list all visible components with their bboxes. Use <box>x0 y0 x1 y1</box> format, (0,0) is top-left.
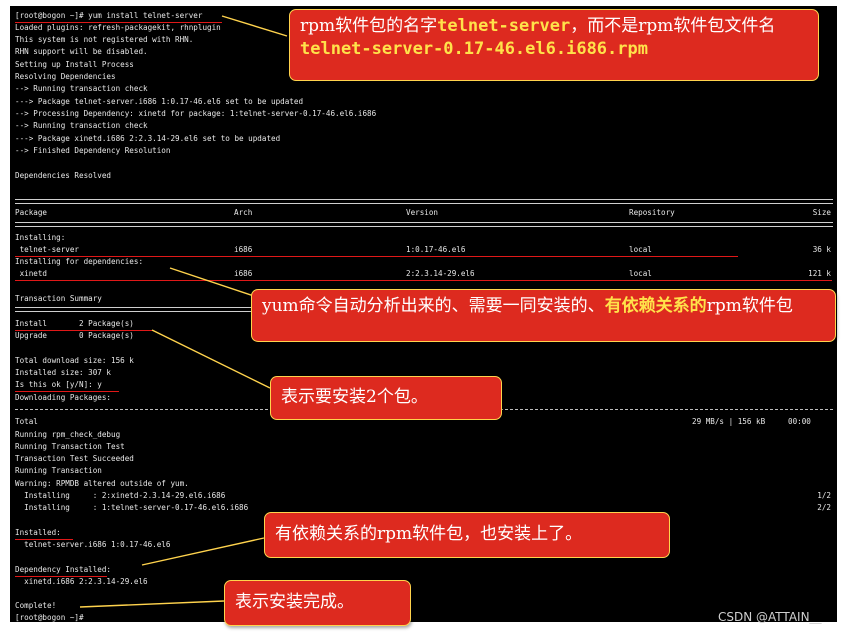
callout-text: rpm软件包 <box>706 296 793 316</box>
watermark: CSDN @ATTAIN__ <box>718 610 822 624</box>
callout-install-count: 表示要安装2个包。 <box>270 376 502 420</box>
callout-deps-installed: 有依赖关系的rpm软件包，也安装上了。 <box>264 512 670 558</box>
callout-text: rpm软件包的名字 <box>300 16 438 36</box>
callout-text: 表示要安装2个包。 <box>281 387 428 407</box>
callout-package-name: rpm软件包的名字telnet-server，而不是rpm软件包文件名 telne… <box>289 9 819 81</box>
callout-dependencies: yum命令自动分析出来的、需要一同安装的、有依赖关系的rpm软件包 <box>251 289 836 342</box>
callout-text: 有依赖关系的rpm软件包，也安装上了。 <box>275 524 583 544</box>
callout-text: 表示安装完成。 <box>235 592 354 612</box>
pointer-4 <box>141 537 265 566</box>
callout-file-highlight: telnet-server-0.17-46.el6.i686.rpm <box>300 39 648 59</box>
callout-text: yum命令自动分析出来的、需要一同安装的、 <box>262 296 605 316</box>
callout-dependency-highlight: 有依赖关系的 <box>604 296 707 316</box>
pointer-1 <box>221 15 288 37</box>
pointer-5 <box>79 600 225 608</box>
callout-package-highlight: telnet-server <box>437 16 571 36</box>
callout-complete: 表示安装完成。 <box>224 580 411 626</box>
callout-text: ，而不是rpm软件包文件名 <box>570 16 776 36</box>
